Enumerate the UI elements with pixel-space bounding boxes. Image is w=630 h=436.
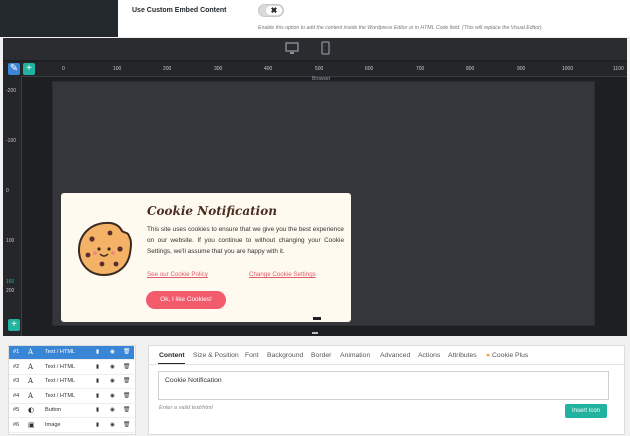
layer-row[interactable]: #4 A Text / HTML ▮ ◉ 🗑︎ [9,390,134,404]
desktop-icon[interactable] [285,42,299,58]
tab-animation[interactable]: Animation [340,352,370,359]
tabs-divider [149,364,624,365]
layer-row[interactable]: #1 A Text / HTML ▮ ◉ 🗑︎ [9,346,134,360]
visibility-icon[interactable]: ◉ [110,404,115,417]
duplicate-icon[interactable]: ▮ [96,361,99,374]
layer-number: #5 [13,407,20,413]
tab-content[interactable]: Content [159,352,185,359]
delete-icon[interactable]: 🗑︎ [123,375,130,388]
layer-row[interactable]: #6 ▣ Image ▮ ◉ 🗑︎ [9,419,134,433]
left-ruler-label: 0 [6,188,9,194]
text-icon: A [28,391,34,400]
tab-label: Cookie Plus [492,352,529,359]
top-ruler-label: 900 [517,66,526,72]
visibility-icon[interactable]: ◉ [110,375,115,388]
insert-icon-button[interactable]: Insert Icon [565,404,607,418]
tab-font[interactable]: Font [245,352,259,359]
top-ruler-label: 800 [466,66,475,72]
top-ruler-label: 700 [416,66,425,72]
left-ruler-label: 100 [6,238,15,244]
duplicate-icon[interactable]: ▮ [96,390,99,403]
button-icon: ◐ [28,406,35,414]
text-icon: A [28,377,34,385]
layer-number: #6 [13,421,20,428]
editor-drag-handle[interactable] [312,332,318,334]
layer-name: Text / HTML [45,392,76,399]
layer-number: #3 [13,378,20,384]
layer-name: Button [45,407,62,413]
duplicate-icon[interactable]: ▮ [96,404,99,417]
delete-icon[interactable]: 🗑︎ [123,390,130,403]
top-ruler-label: 500 [315,66,324,72]
left-ruler [3,76,22,336]
layer-name: Text / HTML [45,363,76,370]
admin-sidebar [0,0,118,37]
left-ruler-label: -200 [6,88,17,94]
embed-setting-help: Enable this option to add the content in… [258,25,543,31]
tab-border[interactable]: Border [311,352,331,359]
top-ruler-label: 1100 [613,66,624,72]
toggle-off-icon[interactable]: ✖ [266,6,282,15]
tab-background[interactable]: Background [267,352,303,359]
top-ruler-label: 400 [264,66,273,72]
cookie-plus-icon: ● [486,352,491,359]
add-bottom-icon[interactable]: + [8,319,20,331]
cookie-policy-link[interactable]: See our Cookie Policy [147,271,208,278]
layer-row[interactable]: #2 A Text / HTML ▮ ◉ 🗑︎ [9,361,134,375]
top-ruler-label: 200 [163,66,172,72]
tab-attributes[interactable]: Attributes [448,352,477,359]
tab-actions[interactable]: Actions [418,352,440,359]
delete-icon[interactable]: 🗑︎ [123,404,130,417]
cookie-icon[interactable] [76,219,134,284]
layer-name: Image [45,421,61,428]
tab-advanced[interactable]: Advanced [380,352,410,359]
layer-row[interactable]: #5 ◐ Button ▮ ◉ 🗑︎ [9,404,134,418]
active-tab-indicator [158,363,185,364]
mobile-icon[interactable] [321,41,330,58]
image-icon: ▣ [28,420,35,429]
visibility-icon[interactable]: ◉ [110,361,115,374]
tab-size-position[interactable]: Size & Position [193,352,239,359]
layer-name: Text / HTML [45,378,76,384]
delete-icon[interactable]: 🗑︎ [123,419,130,432]
left-ruler-label: 160 [6,279,15,285]
layer-number: #1 [13,349,20,355]
top-ruler-label: 300 [214,66,223,72]
layer-row[interactable]: #3 A Text / HTML ▮ ◉ 🗑︎ [9,375,134,389]
visibility-icon[interactable]: ◉ [110,390,115,403]
content-textarea[interactable]: Cookie Notification [158,371,609,400]
tab-cookie-plus[interactable]: ● Cookie Plus [486,352,528,359]
delete-icon[interactable]: 🗑︎ [123,361,130,374]
layer-number: #2 [13,363,20,370]
resize-handle[interactable] [313,317,321,320]
device-switcher [3,38,627,60]
cookie-text[interactable]: This site uses cookies to ensure that we… [147,224,344,257]
delete-icon[interactable]: 🗑︎ [123,346,130,359]
top-ruler-label: 0 [62,66,65,72]
top-ruler-label: 600 [365,66,374,72]
top-ruler-label: 100 [113,66,122,72]
text-icon: A [28,348,34,356]
top-ruler-label: 1000 [562,66,574,72]
duplicate-icon[interactable]: ▮ [96,375,99,388]
cookie-settings-link[interactable]: Change Cookie Settings [249,271,316,278]
add-layer-icon[interactable]: + [23,63,35,75]
embed-setting-label: Use Custom Embed Content [132,7,227,14]
left-ruler-label: 200 [6,288,15,294]
visibility-icon[interactable]: ◉ [110,419,115,432]
content-hint: Enter a valid text/html [159,405,213,411]
canvas-label: Browser [312,76,331,82]
visibility-icon[interactable]: ◉ [110,346,115,359]
layer-number: #4 [13,392,20,399]
accept-cookies-button[interactable]: Ok, I like Cookies! [146,291,226,309]
layer-name: Text / HTML [45,349,76,355]
cookie-title[interactable]: Cookie Notification [147,204,277,218]
left-ruler-label: -100 [6,138,17,144]
pencil-icon[interactable]: ✎ [8,63,20,75]
text-icon: A [28,362,34,371]
duplicate-icon[interactable]: ▮ [96,419,99,432]
duplicate-icon[interactable]: ▮ [96,346,99,359]
